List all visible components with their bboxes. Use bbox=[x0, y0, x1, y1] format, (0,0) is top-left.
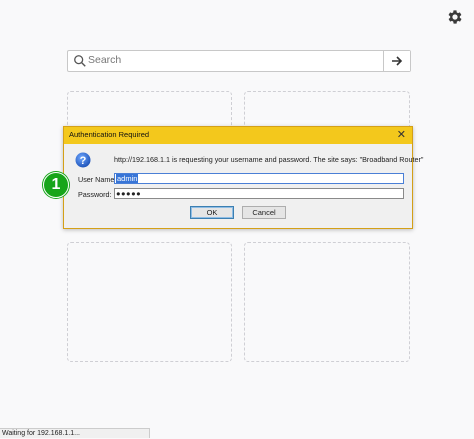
ok-button[interactable]: OK bbox=[190, 206, 234, 219]
password-field[interactable]: ●●●●● bbox=[114, 188, 404, 199]
dialog-titlebar: Authentication Required ✕ bbox=[64, 127, 412, 144]
top-site-tile[interactable] bbox=[244, 242, 410, 362]
svg-text:?: ? bbox=[80, 155, 87, 167]
dialog-title: Authentication Required bbox=[69, 130, 150, 139]
password-value: ●●●●● bbox=[116, 189, 142, 198]
username-label: User Name: bbox=[78, 175, 117, 184]
search-go-button[interactable] bbox=[383, 51, 410, 71]
username-field[interactable]: admin bbox=[114, 173, 404, 184]
search-placeholder[interactable]: Search bbox=[88, 54, 121, 66]
search-icon bbox=[74, 55, 86, 67]
username-value: admin bbox=[116, 174, 139, 183]
question-icon: ? bbox=[75, 152, 91, 168]
top-site-tile[interactable] bbox=[67, 242, 232, 362]
search-bar[interactable]: Search bbox=[67, 50, 411, 72]
status-bar: Waiting for 192.168.1.1... bbox=[0, 428, 150, 438]
gear-icon[interactable] bbox=[446, 8, 464, 26]
cancel-button[interactable]: Cancel bbox=[242, 206, 286, 219]
arrow-right-icon bbox=[392, 56, 403, 66]
password-label: Password: bbox=[78, 190, 112, 199]
step-badge: 1 bbox=[43, 172, 69, 198]
dialog-message: http://192.168.1.1 is requesting your us… bbox=[114, 155, 424, 164]
close-icon[interactable]: ✕ bbox=[397, 128, 406, 142]
auth-dialog: Authentication Required ✕ ? http://192.1… bbox=[63, 126, 423, 229]
